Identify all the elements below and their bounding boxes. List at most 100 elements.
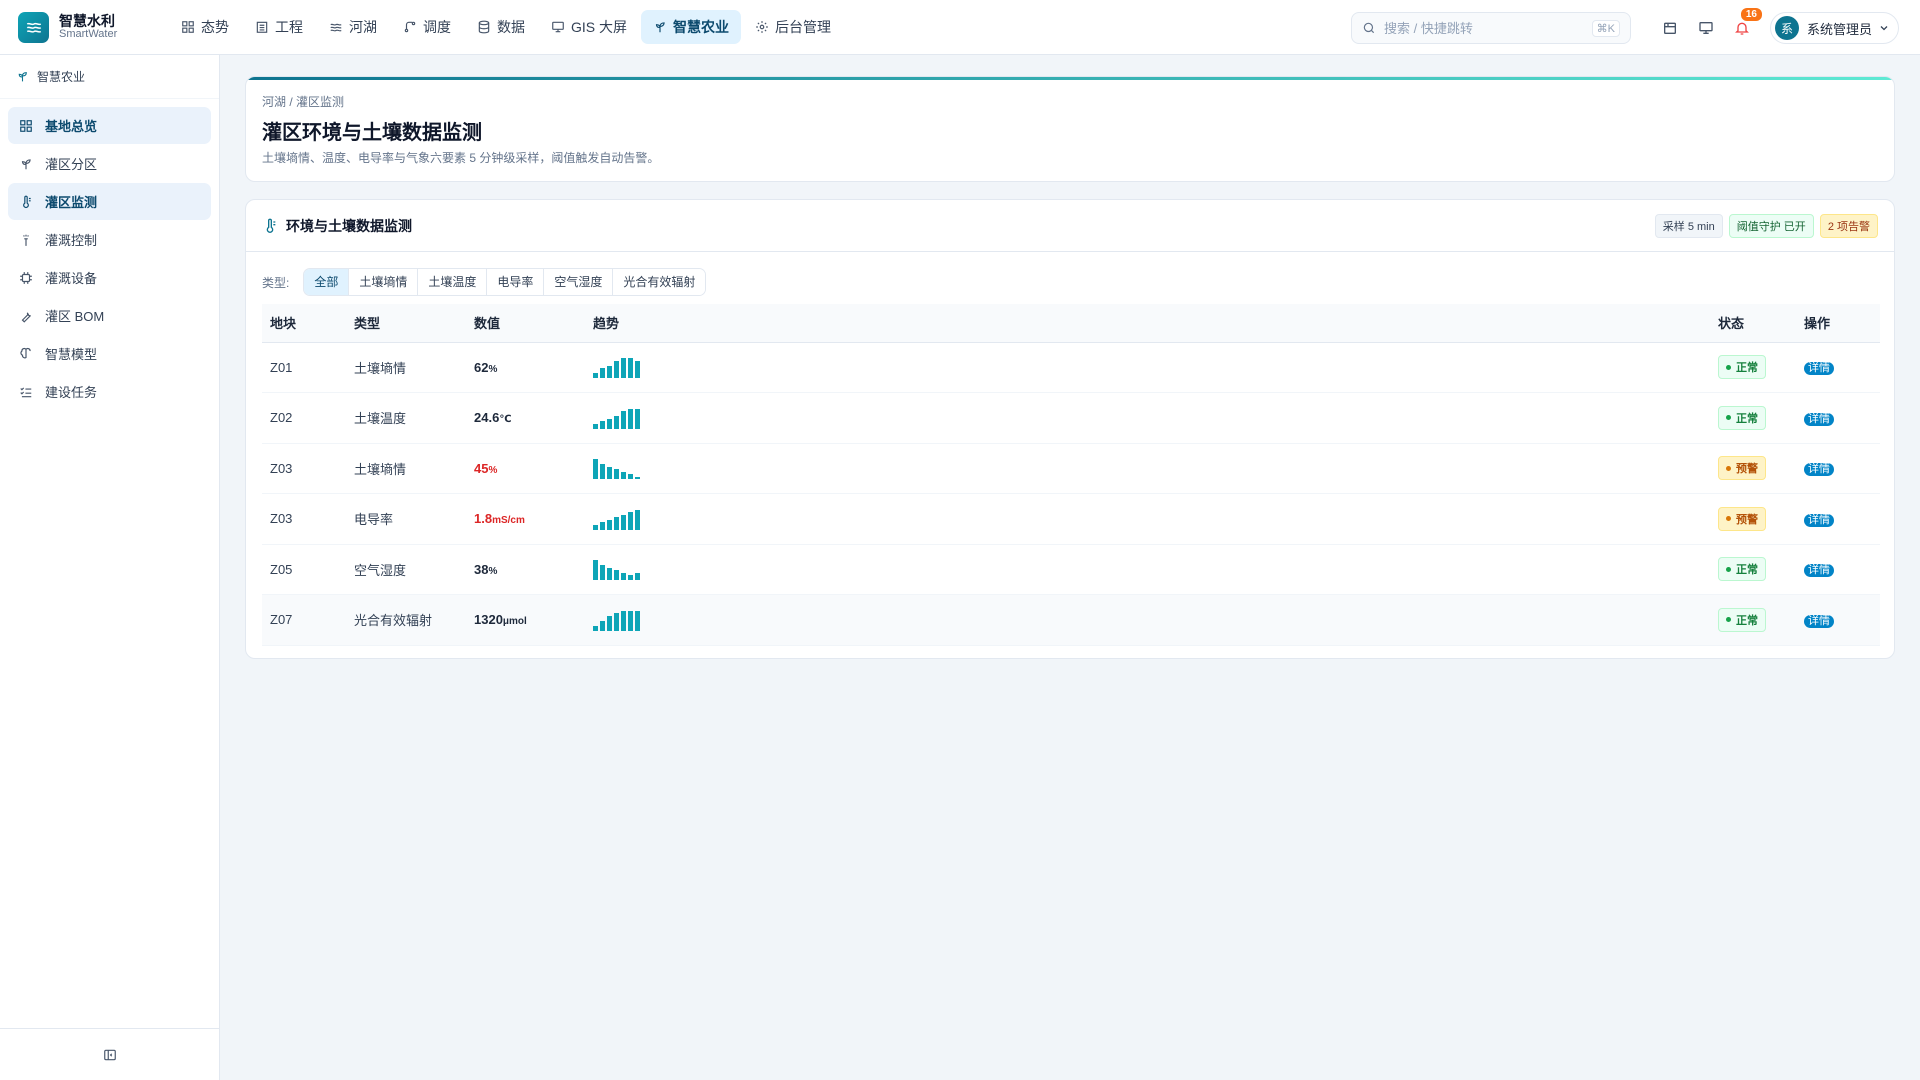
sidebar-item-irrigation-devices[interactable]: 灌溉设备 — [8, 259, 211, 296]
sidebar-item-smart-model[interactable]: 智慧模型 — [8, 335, 211, 372]
nav-item-data[interactable]: 数据 — [465, 10, 537, 44]
search-box[interactable]: ⌘K — [1351, 12, 1631, 44]
nav-label: 工程 — [275, 19, 303, 35]
filter-conductivity[interactable]: 电导率 — [487, 269, 545, 295]
trend-bar — [593, 373, 598, 379]
accent-bar — [246, 77, 1894, 80]
trend-bar — [614, 416, 619, 429]
sidebar-collapse-button[interactable] — [0, 1028, 219, 1080]
search-input[interactable] — [1384, 20, 1592, 36]
value-number: 1320 — [474, 612, 503, 628]
trend-bar — [635, 408, 640, 429]
sidebar-item-label: 灌溉控制 — [45, 233, 98, 248]
status-badge: 正常 — [1718, 557, 1766, 582]
gear-icon — [756, 21, 768, 33]
trend-bar — [600, 565, 605, 581]
cell-trend — [585, 594, 1710, 646]
trend-bar — [628, 575, 633, 581]
trend-sparkline — [593, 558, 1710, 581]
trend-bar — [614, 469, 619, 480]
detail-button[interactable]: 详情 — [1804, 513, 1834, 527]
cell-value: 1.8mS/cm — [466, 493, 585, 545]
nav-item-situation[interactable]: 态势 — [169, 10, 241, 44]
sidebar-item-label: 灌区 BOM — [45, 309, 105, 324]
sidebar-item-bom[interactable]: 灌区 BOM — [8, 297, 211, 334]
screen-button[interactable] — [1692, 14, 1720, 42]
sidebar-item-irrigation-control[interactable]: 灌溉控制 — [8, 221, 211, 258]
table-row[interactable]: Z03 土壤墒情 45% 预警 详情 — [262, 443, 1880, 494]
table-row[interactable]: Z01 土壤墒情 62% 正常 详情 — [262, 342, 1880, 393]
cell-status: 预警 — [1710, 493, 1796, 545]
brand-subtitle: SmartWater — [59, 27, 118, 40]
user-menu[interactable]: 系 系统管理员 — [1770, 12, 1900, 44]
nav-label: 数据 — [497, 19, 525, 35]
detail-button[interactable]: 详情 — [1804, 412, 1834, 426]
cell-type: 空气湿度 — [346, 544, 466, 595]
value-text: 62% — [474, 360, 497, 375]
nav-item-rivers[interactable]: 河湖 — [317, 10, 389, 44]
search-icon — [1363, 22, 1375, 34]
sidebar-item-base-overview[interactable]: 基地总览 — [8, 107, 211, 144]
wrench-icon — [21, 312, 31, 323]
chevron-down-icon — [1880, 26, 1888, 31]
trend-bar — [593, 423, 598, 429]
cell-action: 详情 — [1796, 342, 1880, 393]
search-shortcut: ⌘K — [1591, 19, 1620, 37]
cell-plot: Z01 — [262, 342, 346, 393]
filter-soil-moisture[interactable]: 土壤墒情 — [349, 269, 419, 295]
sidebar-item-tasks[interactable]: 建设任务 — [8, 373, 211, 410]
cell-status: 正常 — [1710, 342, 1796, 393]
filter-air-humidity[interactable]: 空气湿度 — [544, 269, 614, 295]
sprout-icon — [18, 72, 27, 82]
filter-all[interactable]: 全部 — [304, 269, 350, 295]
cell-trend — [585, 443, 1710, 494]
sidebar-item-zones[interactable]: 灌区分区 — [8, 145, 211, 182]
page-title: 灌区环境与土壤数据监测 — [262, 122, 482, 144]
calendar-button[interactable] — [1656, 14, 1684, 42]
building-icon — [256, 21, 268, 33]
panel-title: 环境与土壤数据监测 — [262, 216, 412, 236]
cell-value: 24.6℃ — [466, 392, 585, 444]
status-badge: 正常 — [1718, 607, 1766, 632]
status-dot-icon — [1726, 566, 1731, 572]
filter-par[interactable]: 光合有效辐射 — [613, 269, 706, 295]
list-check-icon — [20, 387, 32, 397]
nav-item-admin[interactable]: 后台管理 — [743, 10, 843, 44]
waves-icon — [330, 23, 342, 32]
nav-item-engineering[interactable]: 工程 — [243, 10, 315, 44]
value-unit: % — [488, 464, 498, 476]
trend-bar — [600, 620, 605, 631]
detail-button[interactable]: 详情 — [1804, 463, 1834, 477]
table-row[interactable]: Z07 光合有效辐射 1320μmol 正常 详情 — [262, 594, 1880, 646]
sampling-tag: 采样 5 min — [1654, 213, 1723, 238]
value-number: 24.6 — [474, 410, 500, 426]
detail-button[interactable]: 详情 — [1804, 614, 1834, 628]
column-header-action: 操作 — [1796, 304, 1880, 343]
brand[interactable]: 智慧水利 SmartWater — [0, 11, 165, 43]
notification-button[interactable]: 16 — [1728, 6, 1764, 42]
nav-item-smart-agriculture[interactable]: 智慧农业 — [641, 10, 742, 44]
trend-bar — [593, 524, 598, 530]
cell-action: 详情 — [1796, 392, 1880, 444]
status-badge: 正常 — [1718, 355, 1766, 380]
trend-sparkline — [593, 457, 1710, 480]
cell-value: 62% — [466, 342, 585, 393]
table-row[interactable]: Z05 空气湿度 38% 正常 详情 — [262, 544, 1880, 595]
trend-bar — [607, 418, 612, 429]
filter-soil-temperature[interactable]: 土壤温度 — [418, 269, 488, 295]
table-row[interactable]: Z02 土壤温度 24.6℃ 正常 详情 — [262, 392, 1880, 444]
status-dot-icon — [1726, 364, 1731, 370]
trend-bar — [628, 610, 633, 631]
nav-label: GIS 大屏 — [571, 19, 628, 35]
cell-value: 38% — [466, 544, 585, 595]
nav-item-gis[interactable]: GIS 大屏 — [539, 10, 639, 44]
sidebar-item-monitoring[interactable]: 灌区监测 — [8, 183, 211, 220]
grid-icon — [20, 119, 32, 132]
nav-item-dispatch[interactable]: 调度 — [391, 10, 463, 44]
table-row[interactable]: Z03 电导率 1.8mS/cm 预警 详情 — [262, 493, 1880, 545]
nav-label: 态势 — [201, 19, 229, 35]
sidebar-header-label: 智慧农业 — [37, 70, 86, 84]
trend-bar — [635, 610, 640, 631]
detail-button[interactable]: 详情 — [1804, 564, 1834, 578]
detail-button[interactable]: 详情 — [1804, 362, 1834, 376]
